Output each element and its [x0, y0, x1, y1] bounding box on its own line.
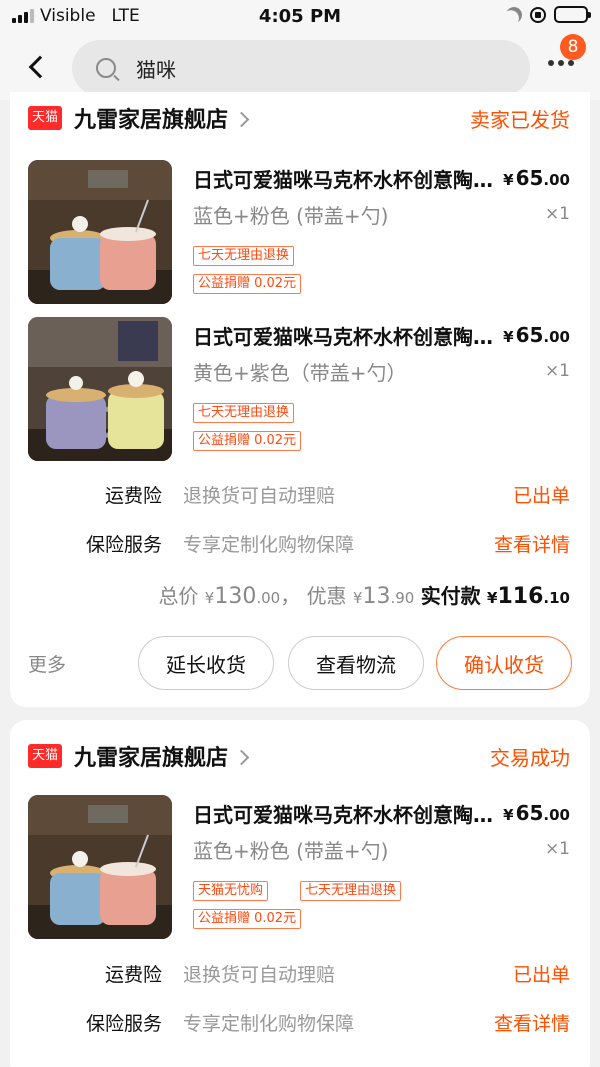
info-description: 专享定制化购物保障: [183, 1013, 355, 1035]
search-icon: [96, 58, 116, 78]
rotation-lock-icon: [530, 6, 546, 23]
store-header[interactable]: 天猫 九雷家居旗舰店 卖家已发货: [10, 92, 590, 144]
product-title[interactable]: 日式可爱猫咪马克杯水杯创意陶瓷杯: [193, 799, 493, 828]
order-card: 天猫 九雷家居旗舰店 卖家已发货 日式可爱猫咪马克杯水杯创意陶瓷杯 ¥65.00…: [10, 92, 590, 707]
info-label: 保险服务: [85, 1013, 162, 1035]
chevron-right-icon: [233, 111, 250, 127]
info-action-link[interactable]: 查看详情: [494, 530, 570, 557]
search-query: 猫咪: [136, 57, 176, 82]
status-bar: Visible LTE 4:05 PM: [0, 0, 600, 34]
info-label: 运费险: [104, 485, 162, 507]
product-title[interactable]: 日式可爱猫咪马克杯水杯创意陶瓷杯: [193, 164, 493, 193]
product-price: ¥65.00: [503, 166, 570, 190]
view-logistics-button[interactable]: 查看物流: [288, 636, 424, 690]
service-tag: 天猫无忧购: [193, 881, 269, 901]
order-item[interactable]: 日式可爱猫咪马克杯水杯创意陶瓷杯 ¥65.00 蓝色+粉色 (带盖+勺) ×1 …: [10, 795, 590, 941]
service-tag: 七天无理由退换: [300, 881, 402, 901]
info-description: 退换货可自动理赔: [183, 964, 336, 986]
tmall-logo-icon: 天猫: [28, 106, 62, 130]
store-header[interactable]: 天猫 九雷家居旗舰店 交易成功: [10, 726, 590, 782]
info-label: 运费险: [104, 964, 162, 986]
confirm-receipt-button[interactable]: 确认收货: [436, 636, 572, 690]
store-name[interactable]: 九雷家居旗舰店: [74, 102, 250, 134]
product-image[interactable]: [28, 795, 172, 939]
shipping-insurance-row: 运费险 退换货可自动理赔 已出单: [10, 960, 590, 990]
product-sku: 黄色+紫色（带盖+勺）: [193, 361, 407, 385]
do-not-disturb-icon: [504, 4, 525, 25]
insurance-service-row: 保险服务 专享定制化购物保障 查看详情: [10, 1009, 590, 1039]
product-image[interactable]: [28, 317, 172, 461]
order-status: 交易成功: [490, 746, 570, 770]
info-description: 退换货可自动理赔: [183, 485, 336, 507]
product-quantity: ×1: [544, 361, 570, 381]
info-action-link[interactable]: 已出单: [513, 960, 570, 987]
product-title[interactable]: 日式可爱猫咪马克杯水杯创意陶瓷杯: [193, 321, 493, 350]
chevron-right-icon: [233, 749, 250, 765]
info-action-link[interactable]: 已出单: [513, 481, 570, 508]
order-total: 总价 ¥130.00， 优惠 ¥13.90 实付款 ¥116.10: [158, 584, 570, 609]
shipping-insurance-row: 运费险 退换货可自动理赔 已出单: [10, 481, 590, 511]
service-tag: 七天无理由退换: [193, 403, 295, 423]
product-sku: 蓝色+粉色 (带盖+勺): [193, 204, 389, 228]
order-card: 天猫 九雷家居旗舰店 交易成功 日式可爱猫咪马克杯水杯创意陶瓷杯 ¥65.00 …: [10, 720, 590, 1067]
tmall-logo-icon: 天猫: [28, 744, 62, 768]
product-sku: 蓝色+粉色 (带盖+勺): [193, 839, 389, 863]
search-input[interactable]: 猫咪: [72, 40, 530, 96]
product-image[interactable]: [28, 160, 172, 304]
notification-badge: 8: [560, 34, 586, 60]
product-quantity: ×1: [544, 204, 570, 224]
info-label: 保险服务: [85, 534, 162, 556]
info-description: 专享定制化购物保障: [183, 534, 355, 556]
insurance-service-row: 保险服务 专享定制化购物保障 查看详情: [10, 530, 590, 560]
order-item[interactable]: 日式可爱猫咪马克杯水杯创意陶瓷杯 ¥65.00 黄色+紫色（带盖+勺） ×1 七…: [10, 317, 590, 463]
order-status: 卖家已发货: [470, 108, 570, 132]
service-tag: 七天无理由退换: [193, 246, 295, 266]
charity-tag: 公益捐赠 0.02元: [193, 274, 302, 294]
more-actions-link[interactable]: 更多: [28, 650, 66, 677]
header: 猫咪 8: [0, 34, 600, 100]
charity-tag: 公益捐赠 0.02元: [193, 909, 302, 929]
battery-icon: [554, 6, 591, 23]
info-action-link[interactable]: 查看详情: [494, 1009, 570, 1036]
charity-tag: 公益捐赠 0.02元: [193, 431, 302, 451]
more-menu-button[interactable]: [548, 60, 574, 66]
product-price: ¥65.00: [503, 323, 570, 347]
store-name[interactable]: 九雷家居旗舰店: [74, 740, 250, 772]
back-button[interactable]: [24, 53, 52, 81]
order-item[interactable]: 日式可爱猫咪马克杯水杯创意陶瓷杯 ¥65.00 蓝色+粉色 (带盖+勺) ×1 …: [10, 160, 590, 306]
product-quantity: ×1: [544, 839, 570, 859]
extend-receipt-button[interactable]: 延长收货: [138, 636, 274, 690]
product-price: ¥65.00: [503, 801, 570, 825]
